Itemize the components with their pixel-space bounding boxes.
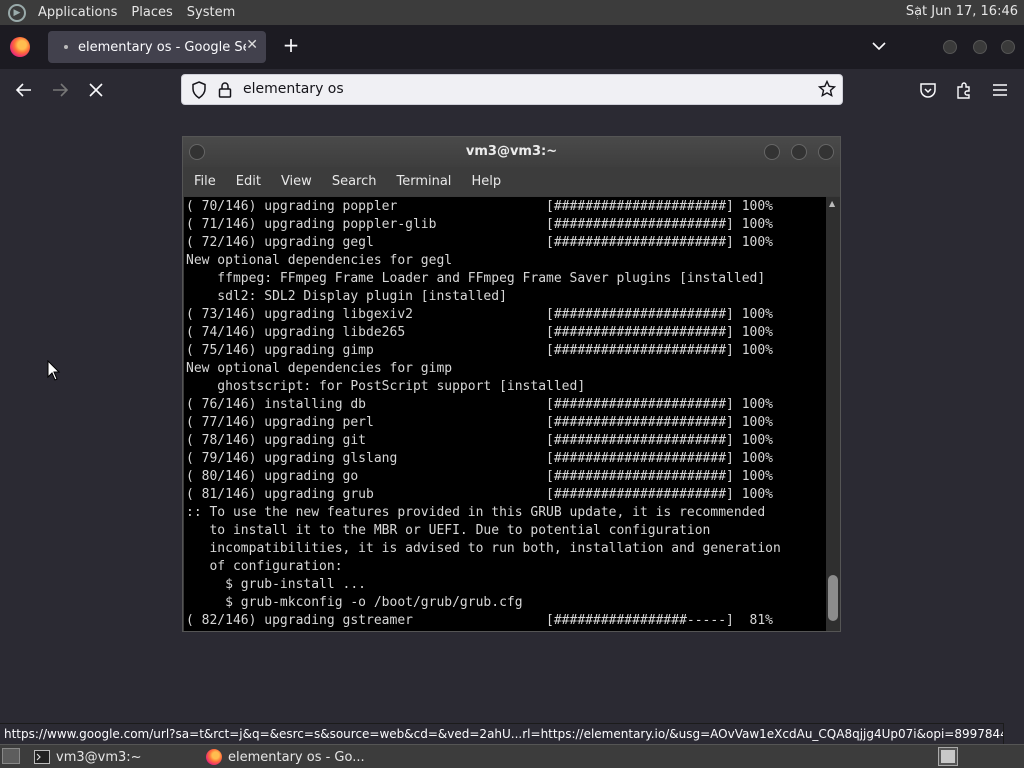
extensions-icon[interactable] [954,80,974,100]
new-tab-button[interactable]: + [281,35,301,57]
terminal-line: New optional dependencies for gegl [186,253,453,268]
terminal-line: of configuration: [186,559,343,574]
terminal-line: ( 73/146) upgrading libgexiv2 [#########… [186,307,773,322]
tab-loading-icon [64,45,68,49]
firefox-view-icon[interactable] [10,37,30,57]
terminal-line: ( 77/146) upgrading perl [##############… [186,415,773,430]
terminal-scrollbar[interactable]: ▲ [826,197,840,631]
terminal-maximize-button[interactable] [791,144,807,160]
terminal-line: ( 82/146) upgrading gstreamer [#########… [186,613,773,628]
workspace-switcher[interactable] [938,747,958,766]
clock[interactable]: Sat Jun 17, 16:46 [906,4,1018,19]
terminal-line: ( 72/146) upgrading gegl [##############… [186,235,773,250]
terminal-line: ffmpeg: FFmpeg Frame Loader and FFmpeg F… [186,271,766,286]
terminal-menu-view[interactable]: View [281,174,312,189]
terminal-line: New optional dependencies for gimp [186,361,453,376]
firefox-icon [206,749,222,765]
hamburger-menu-icon[interactable] [990,80,1010,100]
terminal-menubar: File Edit View Search Terminal Help [183,167,840,196]
terminal-minimize-button[interactable] [764,144,780,160]
terminal-line: sdl2: SDL2 Display plugin [installed] [186,289,507,304]
bottom-taskbar: vm3@vm3:~ elementary os - Go... [0,744,1024,768]
url-input[interactable]: elementary os [243,81,344,97]
terminal-line: incompatibilities, it is advised to run … [186,541,781,556]
taskbar-terminal-label: vm3@vm3:~ [56,749,142,765]
terminal-close-button[interactable] [818,144,834,160]
distro-logo-icon[interactable]: ▶ [8,3,26,22]
terminal-line: ( 71/146) upgrading poppler-glib [######… [186,217,773,232]
terminal-line: ghostscript: for PostScript support [ins… [186,379,586,394]
terminal-icon [34,750,50,764]
mouse-cursor-icon [47,360,61,381]
link-status-bar: https://www.google.com/url?sa=t&rct=j&q=… [0,723,1004,744]
window-maximize-button[interactable] [973,40,987,54]
terminal-menu-terminal[interactable]: Terminal [396,174,451,189]
menu-system[interactable]: System [187,5,235,20]
tab-elementary-os[interactable]: elementary os - Google Sea ✕ [48,31,266,63]
terminal-line: $ grub-install ... [186,577,367,592]
terminal-line: ( 76/146) installing db [###############… [186,397,773,412]
terminal-menu-edit[interactable]: Edit [236,174,261,189]
taskbar-item-terminal[interactable]: vm3@vm3:~ [34,747,142,767]
shield-icon[interactable] [191,81,207,99]
terminal-line: ( 78/146) upgrading git [###############… [186,433,773,448]
menu-places[interactable]: Places [131,5,172,20]
terminal-menu-file[interactable]: File [194,174,216,189]
tab-close-icon[interactable]: ✕ [246,37,258,53]
address-bar[interactable]: elementary os [181,74,843,105]
menu-applications[interactable]: Applications [38,5,117,20]
terminal-line: ( 70/146) upgrading poppler [###########… [186,199,773,214]
terminal-window: vm3@vm3:~ File Edit View Search Terminal… [182,136,841,632]
terminal-scroll-thumb[interactable] [828,575,838,621]
workspace-1[interactable] [941,750,955,763]
taskbar-item-firefox[interactable]: elementary os - Go... [206,747,365,767]
chevron-down-icon[interactable] [870,37,888,55]
terminal-line: to install it to the MBR or UEFI. Due to… [186,523,711,538]
terminal-line: ( 79/146) upgrading glslang [###########… [186,451,773,466]
scroll-up-icon[interactable]: ▲ [829,199,835,208]
window-minimize-button[interactable] [943,40,957,54]
terminal-line: $ grub-mkconfig -o /boot/grub/grub.cfg [186,595,523,610]
nav-toolbar: elementary os [0,69,1024,111]
lock-icon[interactable] [218,81,232,99]
bookmark-star-icon[interactable] [818,80,836,98]
show-desktop-button[interactable] [2,748,20,764]
terminal-line: ( 75/146) upgrading gimp [##############… [186,343,773,358]
terminal-titlebar[interactable]: vm3@vm3:~ [183,137,840,167]
pocket-icon[interactable] [918,80,938,100]
back-arrow-icon[interactable] [14,80,34,100]
terminal-line: :: To use the new features provided in t… [186,505,766,520]
terminal-menu-search[interactable]: Search [332,174,377,189]
terminal-line: ( 81/146) upgrading grub [##############… [186,487,773,502]
terminal-line: ( 80/146) upgrading go [################… [186,469,773,484]
top-panel: ▶ Applications Places System Sat Jun 17,… [0,0,1024,25]
window-close-button[interactable] [1001,40,1015,54]
taskbar-firefox-label: elementary os - Go... [228,749,365,765]
terminal-menu-help[interactable]: Help [471,174,501,189]
forward-arrow-icon[interactable] [50,80,70,100]
stop-loading-icon[interactable] [86,80,106,100]
terminal-menu-button[interactable] [189,144,205,160]
tab-bar: elementary os - Google Sea ✕ + [0,25,1024,69]
terminal-title: vm3@vm3:~ [465,144,558,159]
terminal-line: ( 74/146) upgrading libde265 [##########… [186,325,773,340]
terminal-output[interactable]: ( 70/146) upgrading poppler [###########… [184,197,826,631]
tab-title: elementary os - Google Sea [78,39,246,55]
